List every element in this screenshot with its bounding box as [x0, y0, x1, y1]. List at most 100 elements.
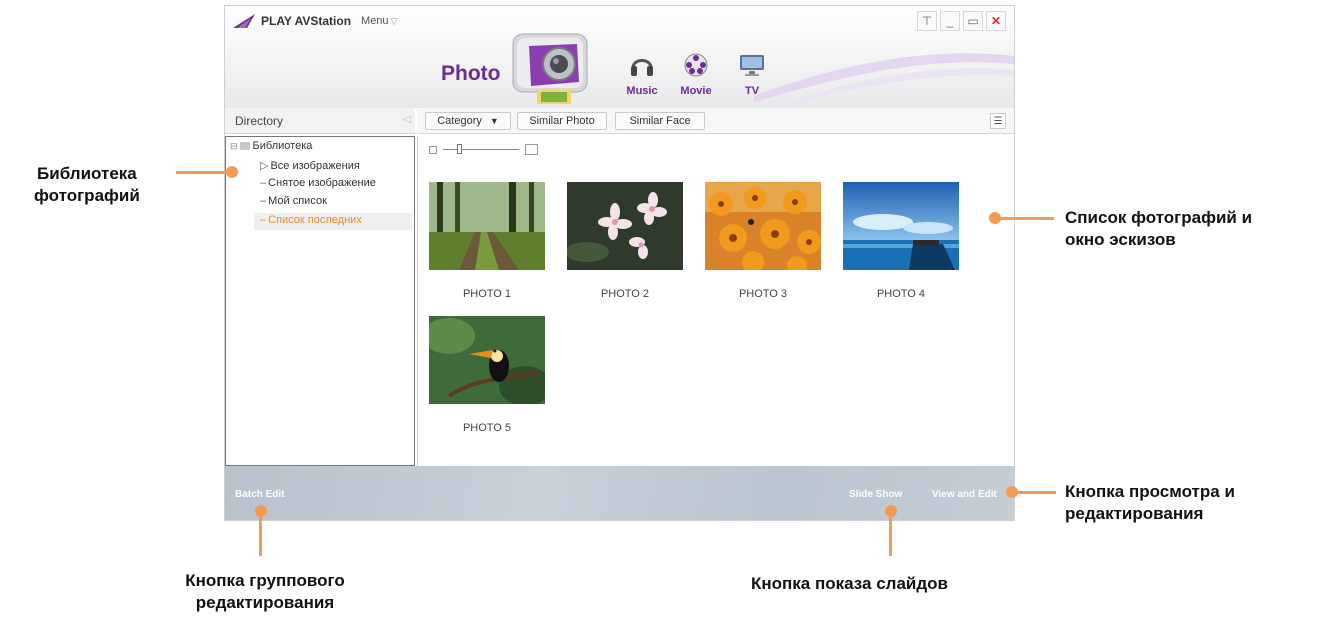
- callout-photo-library: Библиотека фотографий: [34, 163, 140, 207]
- camera-icon: [512, 33, 588, 104]
- callout-text: окно эскизов: [1065, 230, 1176, 249]
- thumbnail-photo-2[interactable]: PHOTO 2: [567, 182, 683, 300]
- ocean-pier-image: [843, 182, 959, 270]
- content-toolbar: Category ▼ Similar Photo Similar Face ☰: [417, 108, 1014, 134]
- category-dropdown[interactable]: Category ▼: [425, 112, 511, 130]
- thumbnail-photo-4[interactable]: PHOTO 4: [843, 182, 959, 300]
- tree-item-label: Все изображения: [270, 160, 360, 172]
- callout-text: Кнопка группового: [185, 571, 345, 590]
- tree-item-all-images[interactable]: ▷ Все изображения: [260, 159, 360, 172]
- expand-arrow-icon: ▷: [260, 160, 269, 172]
- tree-item-my-list[interactable]: – Мой список: [260, 195, 327, 207]
- callout-photo-list: Список фотографий и окно эскизов: [1065, 207, 1252, 251]
- chevron-down-icon: ▽: [390, 16, 398, 26]
- thumbnail-grid: PHOTO 1 PHOTO 2 PHOTO 3 PHOTO 4 PHOTO 5: [429, 182, 959, 434]
- app-logo: PLAY AVStation Menu ▽: [233, 14, 397, 28]
- photo-tab-title[interactable]: Photo: [441, 62, 500, 86]
- white-flowers-image: [567, 182, 683, 270]
- tv-icon: [740, 55, 764, 76]
- tab-tv[interactable]: TV: [729, 52, 775, 97]
- small-thumbnail-icon: [429, 145, 437, 154]
- pin-button[interactable]: ⊤: [917, 11, 937, 31]
- tab-music-label: Music: [626, 85, 658, 97]
- dropdown-arrow-icon: ▼: [489, 116, 499, 126]
- tab-movie-label: Movie: [680, 85, 712, 97]
- thumbnail-photo-3[interactable]: PHOTO 3: [705, 182, 821, 300]
- app-window: PLAY AVStation Menu ▽ ⊤ _ ▭ ✕ Photo Musi…: [224, 5, 1015, 521]
- minimize-button[interactable]: _: [940, 11, 960, 31]
- toucan-image: [429, 316, 545, 404]
- tree-dash-icon: –: [260, 195, 267, 207]
- callout-text: редактирования: [195, 593, 335, 612]
- callout-text: Кнопка просмотра и: [1065, 482, 1235, 501]
- thumbnail-caption: PHOTO 2: [600, 288, 650, 300]
- play-logo-icon: [233, 14, 255, 28]
- callout-text: Список фотографий и: [1065, 208, 1253, 227]
- callout-text: Библиотека: [37, 164, 137, 183]
- slide-show-button[interactable]: Slide Show: [849, 489, 902, 500]
- tree-item-captured[interactable]: – Снятое изображение: [260, 177, 376, 189]
- folder-icon: [239, 142, 250, 150]
- tree-root-library[interactable]: ⊟ Библиотека: [230, 140, 312, 152]
- thumbnail-caption: PHOTO 3: [738, 288, 788, 300]
- tree-item-label: Список последних: [268, 214, 362, 226]
- film-reel-icon: [684, 53, 708, 77]
- thumbnail-photo-5[interactable]: PHOTO 5: [429, 316, 545, 434]
- thumbnail-caption: PHOTO 1: [462, 288, 512, 300]
- orange-flowers-image: [705, 182, 821, 270]
- minimize-icon: _: [946, 14, 954, 28]
- tab-music[interactable]: Music: [619, 52, 665, 97]
- callout-text: фотографий: [34, 186, 140, 205]
- callout-dot: [226, 166, 238, 178]
- zoom-track[interactable]: [443, 144, 519, 154]
- callout-text: редактирования: [1065, 504, 1204, 523]
- view-and-edit-button[interactable]: View and Edit: [932, 489, 997, 500]
- similar-face-button[interactable]: Similar Face: [615, 112, 705, 130]
- collapse-toggle-icon[interactable]: ⊟: [230, 141, 238, 152]
- tab-movie[interactable]: Movie: [673, 52, 719, 97]
- menu-button[interactable]: Menu ▽: [361, 15, 397, 27]
- list-view-icon[interactable]: ☰: [990, 113, 1006, 129]
- tree-dash-icon: –: [260, 214, 267, 226]
- zoom-handle[interactable]: [457, 144, 462, 154]
- app-name: PLAY AVStation: [261, 14, 352, 28]
- thumbnail-caption: PHOTO 5: [462, 422, 512, 434]
- tree-dash-icon: –: [260, 177, 267, 189]
- collapse-panel-icon[interactable]: ◁: [403, 114, 411, 125]
- callout-slide-show: Кнопка показа слайдов: [751, 574, 948, 593]
- directory-title: Directory: [235, 114, 284, 128]
- photo-library-tree: ⊟ Библиотека ▷ Все изображения – Снятое из…: [225, 136, 415, 466]
- close-icon: ✕: [990, 14, 1002, 28]
- window-controls: ⊤ _ ▭ ✕: [914, 11, 1006, 31]
- thumbnail-photo-1[interactable]: PHOTO 1: [429, 182, 545, 300]
- close-button[interactable]: ✕: [986, 11, 1006, 31]
- category-label: Category: [437, 115, 482, 127]
- callout-line: [1014, 491, 1056, 494]
- callout-line: [998, 217, 1054, 220]
- large-thumbnail-icon: [525, 144, 538, 155]
- batch-edit-button[interactable]: Batch Edit: [235, 489, 284, 500]
- tree-root-label: Библиотека: [252, 140, 313, 152]
- thumbnail-caption: PHOTO 4: [876, 288, 926, 300]
- tree-item-recent[interactable]: – Список последних: [260, 214, 362, 226]
- maximize-icon: ▭: [967, 14, 979, 28]
- tab-tv-label: TV: [744, 85, 760, 97]
- tree-item-label: Снятое изображение: [268, 177, 376, 189]
- forest-path-image: [429, 182, 545, 270]
- tree-item-label: Мой список: [268, 195, 327, 207]
- similar-photo-button[interactable]: Similar Photo: [517, 112, 607, 130]
- callout-line: [259, 514, 262, 556]
- menu-label: Menu: [361, 15, 389, 27]
- headphones-icon: [631, 59, 653, 76]
- callout-line: [889, 514, 892, 556]
- callout-batch-edit: Кнопка группового редактирования: [150, 570, 380, 614]
- header-swoosh-decoration: [754, 53, 1014, 104]
- maximize-button[interactable]: ▭: [963, 11, 983, 31]
- directory-header: Directory ◁: [225, 108, 415, 134]
- app-header: PLAY AVStation Menu ▽ ⊤ _ ▭ ✕ Photo Musi…: [225, 6, 1014, 108]
- thumbnail-zoom-slider[interactable]: [429, 144, 538, 155]
- pin-icon: ⊤: [921, 14, 933, 28]
- callout-view-edit: Кнопка просмотра и редактирования: [1065, 481, 1235, 525]
- photo-thumbnail-area: PHOTO 1 PHOTO 2 PHOTO 3 PHOTO 4 PHOTO 5: [417, 136, 1014, 466]
- callout-line: [176, 171, 228, 174]
